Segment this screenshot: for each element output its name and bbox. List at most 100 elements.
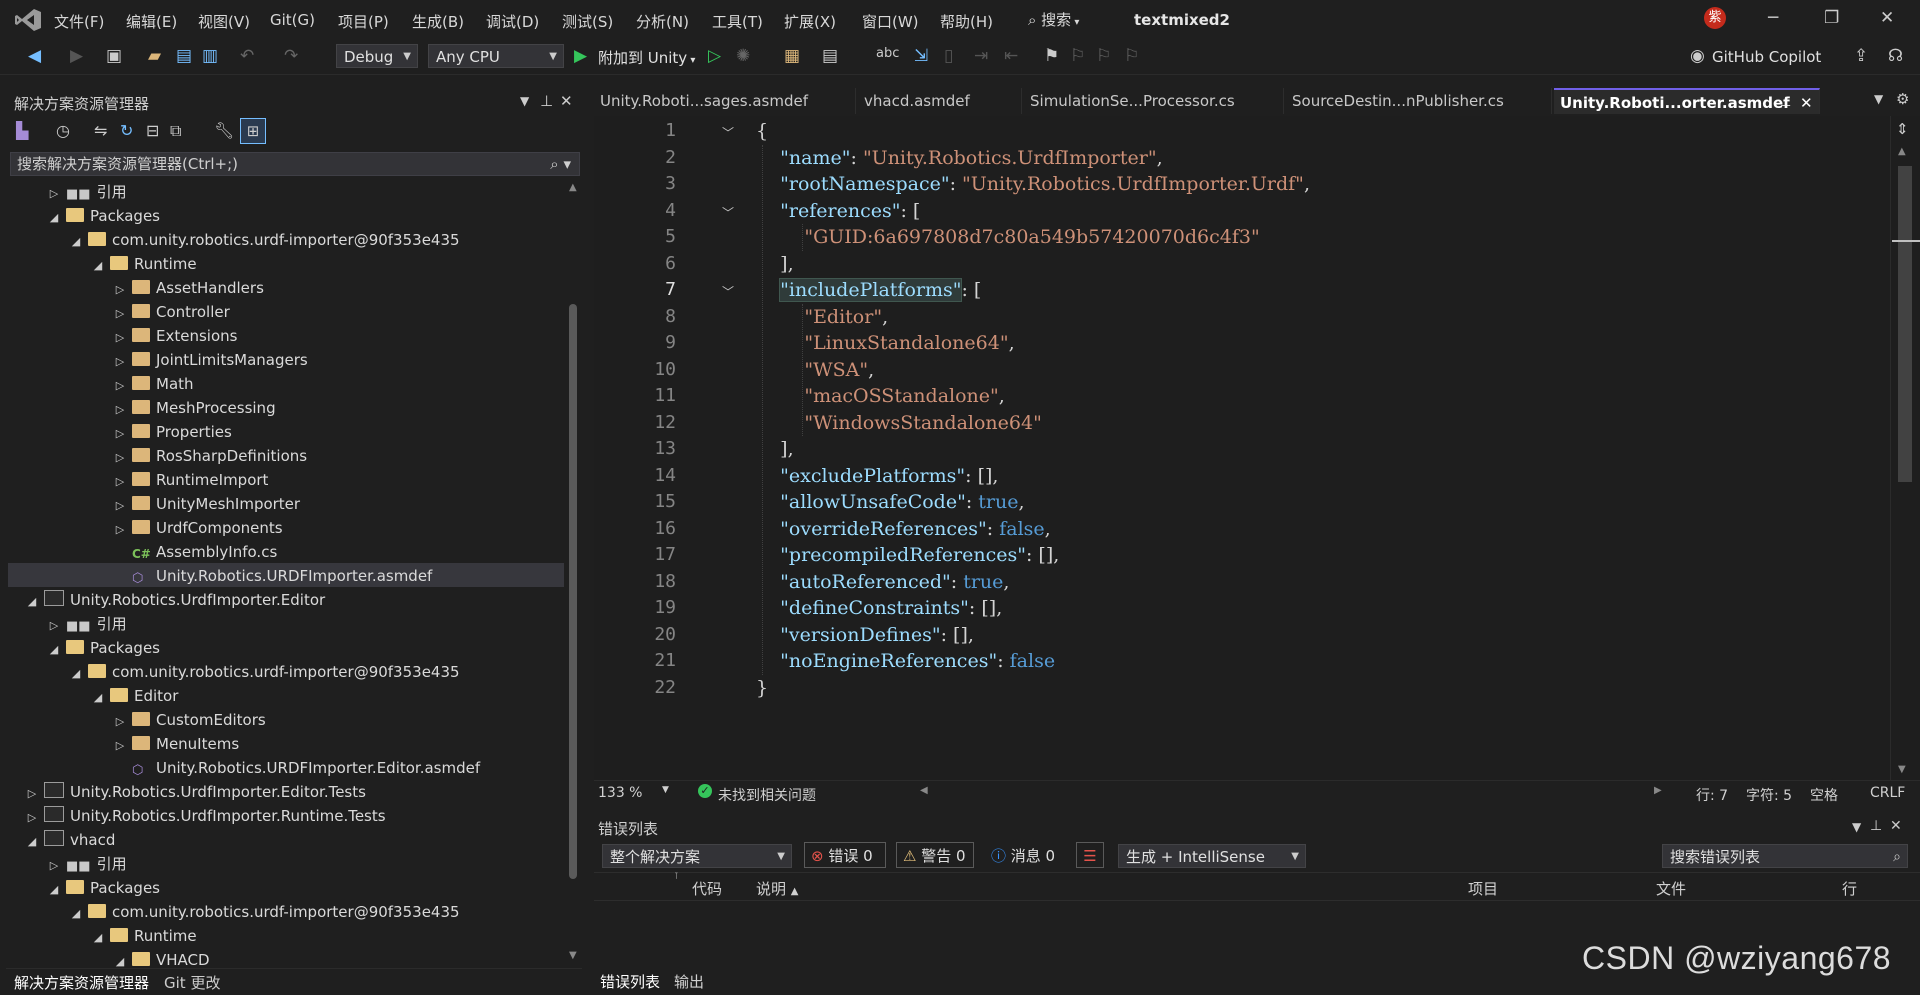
tab-pin-icon[interactable]: ⊥ — [1780, 90, 1791, 114]
collapsed-arrow-icon[interactable]: ▷ — [112, 278, 128, 302]
tree-item[interactable]: ▷ Controller — [112, 300, 230, 324]
tree-item[interactable]: ⬡ Unity.Robotics.URDFImporter.asmdef — [112, 564, 432, 588]
tree-item[interactable]: ◢ Unity.Robotics.UrdfImporter.Editor — [24, 588, 325, 612]
tab-source-destination-publisher[interactable]: SourceDestin...nPublisher.cs — [1286, 88, 1552, 114]
line-indicator[interactable]: 行: 7 — [1696, 785, 1728, 805]
hscroll-right-icon[interactable]: ▶ — [1654, 785, 1662, 796]
prev-bookmark-icon[interactable]: ⚐ — [1070, 46, 1085, 66]
hot-reload-icon[interactable]: ✺ — [736, 46, 750, 66]
redo-icon[interactable]: ↷ — [284, 46, 298, 66]
collapsed-arrow-icon[interactable]: ▷ — [112, 710, 128, 734]
tree-item[interactable]: ▷ AssetHandlers — [112, 276, 264, 300]
browse-folder-icon[interactable]: ▦ — [784, 46, 800, 66]
scroll-down-icon[interactable]: ▼ — [569, 950, 577, 961]
error-close-icon[interactable]: ✕ — [1890, 818, 1902, 834]
code-line[interactable]: "defineConstraints": [], — [756, 595, 1002, 621]
platform-select[interactable]: Any CPU ▼ — [428, 44, 564, 68]
collapsed-arrow-icon[interactable]: ▷ — [112, 326, 128, 350]
attach-to-unity-button[interactable]: 附加到 Unity ▾ — [598, 47, 695, 68]
code-line[interactable]: "references": [ — [756, 198, 920, 224]
column-code[interactable]: 代码 — [692, 878, 722, 899]
collapsed-arrow-icon[interactable]: ▷ — [46, 854, 62, 878]
zoom-level[interactable]: 133 % — [598, 785, 642, 801]
indent-icon[interactable]: ⇥ — [974, 46, 988, 66]
tree-item[interactable]: ▷ RuntimeImport — [112, 468, 269, 492]
comment-icon[interactable]: ▯ — [944, 46, 953, 66]
search-box[interactable]: ⌕ 搜索 ▾ — [1028, 9, 1079, 30]
panel-menu-icon[interactable]: ▼ — [520, 94, 529, 108]
hscroll-left-icon[interactable]: ◀ — [920, 785, 928, 796]
tree-item[interactable]: ▷ RosSharpDefinitions — [112, 444, 307, 468]
tree-item[interactable]: ▷ MenuItems — [112, 732, 239, 756]
solution-search-input[interactable]: 搜索解决方案资源管理器(Ctrl+;) ⌕ ▾ — [10, 152, 580, 176]
code-line[interactable]: "overrideReferences": false, — [756, 516, 1051, 542]
menu-item[interactable]: 生成(B) — [412, 11, 464, 32]
column-chooser-icon[interactable]: ⊺ — [674, 872, 679, 882]
close-window-button[interactable]: ✕ — [1880, 8, 1894, 28]
sync-icon[interactable]: ⇋ — [94, 121, 107, 140]
bookmark-icon[interactable]: ⚑ — [1044, 46, 1059, 66]
whitespace-indicator[interactable]: 空格 — [1810, 785, 1838, 805]
menu-item[interactable]: 窗口(W) — [862, 11, 919, 32]
expanded-arrow-icon[interactable]: ◢ — [90, 686, 106, 710]
expanded-arrow-icon[interactable]: ◢ — [46, 638, 62, 662]
code-line[interactable]: "WindowsStandalone64" — [756, 410, 1041, 436]
collapse-all-icon[interactable]: ⊟ — [146, 121, 159, 140]
filter-icon[interactable]: ☰ — [1076, 842, 1104, 868]
tree-item[interactable]: ▷ Extensions — [112, 324, 238, 350]
collapsed-arrow-icon[interactable]: ▷ — [46, 182, 62, 206]
code-line[interactable]: "excludePlatforms": [], — [756, 463, 998, 489]
zoom-dropdown-icon[interactable]: ▼ — [662, 785, 669, 795]
select-tool-icon[interactable]: ⇲ — [914, 46, 928, 66]
new-project-icon[interactable]: ▣ — [106, 46, 122, 66]
editor-settings-icon[interactable]: ⚙ — [1896, 90, 1909, 108]
pin-icon[interactable]: ⊥ — [540, 92, 553, 110]
github-copilot-button[interactable]: GitHub Copilot — [1712, 48, 1821, 66]
show-all-files-icon[interactable]: ⧉ — [170, 121, 181, 141]
configuration-select[interactable]: Debug ▼ — [336, 44, 418, 68]
column-project[interactable]: 项目 — [1468, 878, 1498, 899]
code-line[interactable]: "precompiledReferences": [], — [756, 542, 1059, 568]
menu-item[interactable]: 帮助(H) — [940, 11, 993, 32]
tab-output[interactable]: 输出 — [674, 971, 704, 992]
menu-item[interactable]: 分析(N) — [636, 11, 689, 32]
error-panel-menu-icon[interactable]: ▼ — [1852, 820, 1861, 834]
editor-scroll-thumb[interactable] — [1898, 166, 1912, 482]
tree-item[interactable]: ▷ Unity.Robotics.UrdfImporter.Editor.Test… — [24, 780, 366, 804]
preview-icon[interactable]: ⊞ — [240, 118, 266, 144]
copilot-icon[interactable]: ◉ — [1690, 46, 1705, 66]
tree-item[interactable]: ◢ vhacd — [24, 828, 115, 852]
expanded-arrow-icon[interactable]: ◢ — [68, 230, 84, 254]
menu-item[interactable]: 测试(S) — [562, 11, 613, 32]
tree-item[interactable]: ◢ Packages — [46, 636, 160, 660]
start-without-debug-icon[interactable]: ▷ — [708, 46, 721, 66]
collapsed-arrow-icon[interactable]: ▷ — [24, 806, 40, 830]
collapsed-arrow-icon[interactable]: ▷ — [112, 374, 128, 398]
tree-item[interactable]: ▷ CustomEditors — [112, 708, 266, 732]
tree-item[interactable]: ◢ com.unity.robotics.urdf-importer@90f353… — [68, 900, 460, 924]
back-icon[interactable]: ◀ — [28, 46, 41, 66]
menu-item[interactable]: 工具(T) — [712, 11, 763, 32]
column-description[interactable]: 说明 ▲ — [756, 878, 799, 899]
expanded-arrow-icon[interactable]: ◢ — [46, 206, 62, 230]
feedback-icon[interactable]: ☊ — [1888, 46, 1903, 66]
messages-filter-button[interactable]: ⓘ 消息 0 — [984, 842, 1064, 868]
tree-item[interactable]: ▷ Unity.Robotics.UrdfImporter.Runtime.Tes… — [24, 804, 386, 828]
tab-urdf-importer-asmdef[interactable]: Unity.Roboti...orter.asmdef ⊥ ✕ — [1554, 88, 1820, 114]
solution-switch-icon[interactable]: ▙ — [16, 121, 28, 140]
tab-simulation-processor[interactable]: SimulationSe...Processor.cs — [1024, 88, 1284, 114]
editor-scroll-up-icon[interactable]: ▲ — [1898, 146, 1906, 157]
code-line[interactable]: "allowUnsafeCode": true, — [756, 489, 1024, 515]
tab-vhacd-asmdef[interactable]: vhacd.asmdef — [858, 88, 1022, 114]
tab-solution-explorer[interactable]: 解决方案资源管理器 — [14, 972, 149, 993]
code-line[interactable]: "Editor", — [756, 304, 888, 330]
code-line[interactable]: } — [756, 675, 768, 701]
save-all-icon[interactable]: ▥ — [202, 46, 218, 66]
refresh-icon[interactable]: ↻ — [120, 121, 133, 140]
tab-messages-asmdef[interactable]: Unity.Roboti...sages.asmdef — [594, 88, 856, 114]
collapsed-arrow-icon[interactable]: ▷ — [112, 422, 128, 446]
code-line[interactable]: "includePlatforms": [ — [756, 277, 981, 303]
undo-icon[interactable]: ↶ — [240, 46, 254, 66]
tree-item[interactable]: ▷ ■■ 引用 — [46, 180, 127, 204]
tree-item[interactable]: ◢ Packages — [46, 204, 160, 228]
